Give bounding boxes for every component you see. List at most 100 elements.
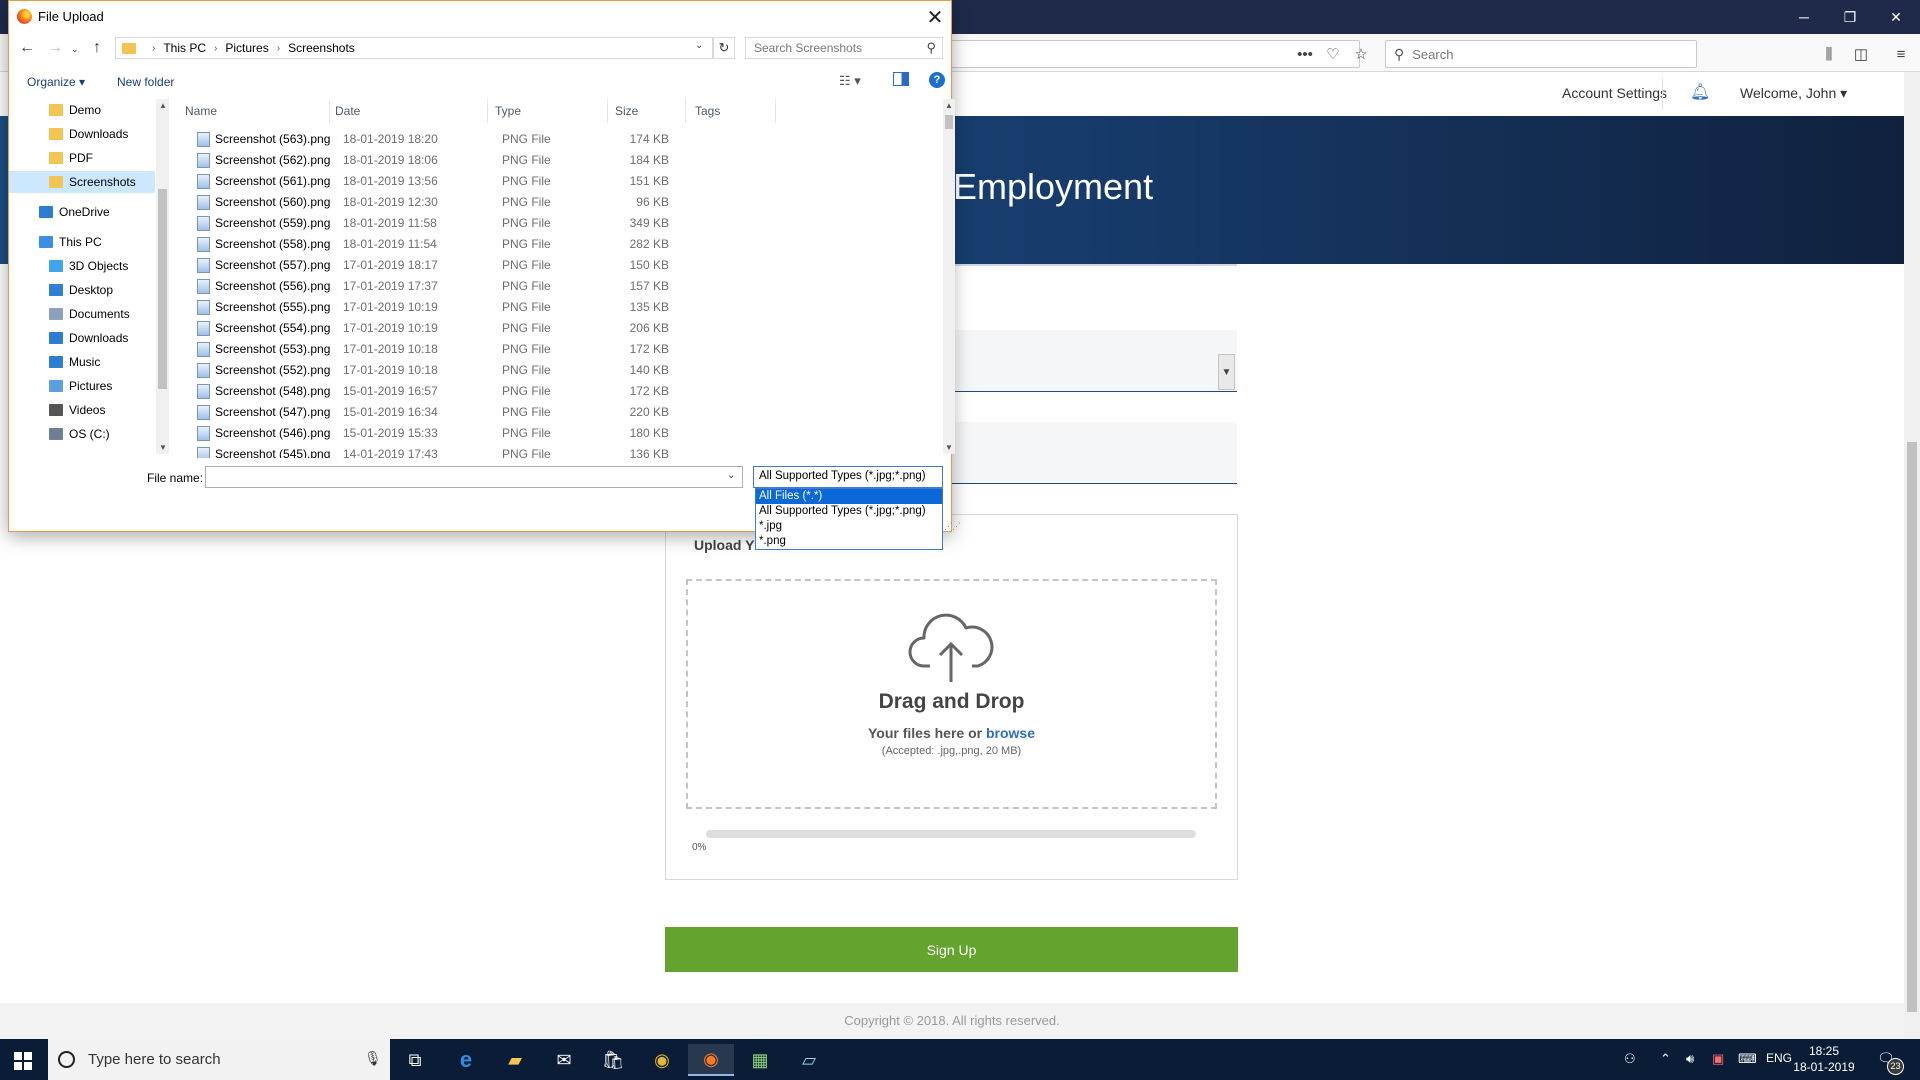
back-arrow-icon[interactable]: ← — [19, 39, 35, 57]
file-type-option[interactable]: *.jpg — [756, 519, 942, 534]
preview-pane-icon[interactable] — [893, 72, 909, 86]
nav-item[interactable]: Screenshots — [9, 171, 155, 193]
nav-item[interactable]: OS (C:) — [9, 423, 155, 445]
user-menu[interactable]: Welcome, John ▾ — [1740, 85, 1847, 102]
help-icon[interactable]: ? — [929, 72, 945, 88]
file-row[interactable]: Screenshot (557).png 17-01-2019 18:17 PNG … — [187, 255, 767, 276]
file-row[interactable]: Screenshot (562).png 18-01-2019 18:06 PNG … — [187, 150, 767, 171]
address-bar[interactable]: › This PC › Pictures › Screenshots — [115, 37, 713, 59]
task-view-icon[interactable]: ⧉ — [392, 1044, 438, 1076]
file-row[interactable]: Screenshot (561).png 18-01-2019 13:56 PNG … — [187, 171, 767, 192]
close-icon[interactable]: ✕ — [1873, 0, 1919, 34]
breadcrumb-screenshots[interactable]: Screenshots — [288, 41, 355, 55]
dialog-search-input[interactable]: Search Screenshots ⚲ — [745, 37, 943, 59]
minimize-icon[interactable]: ─ — [1781, 0, 1827, 34]
file-row[interactable]: Screenshot (558).png 18-01-2019 11:54 PNG … — [187, 234, 767, 255]
page-actions-icon[interactable]: ••• — [1294, 44, 1316, 64]
chevron-down-icon[interactable]: ⌄ — [695, 40, 703, 51]
nav-pane-scrollbar[interactable] — [156, 99, 169, 454]
nav-item[interactable]: Pictures — [9, 375, 155, 397]
column-header-name[interactable]: Name — [185, 104, 217, 118]
nav-item[interactable]: Demo — [9, 99, 155, 121]
taskbar-clock[interactable]: 18:25 18-01-2019 — [1788, 1043, 1860, 1075]
scroll-down-icon[interactable]: ▼ — [159, 443, 167, 452]
network-icon[interactable]: ▣ — [1712, 1051, 1724, 1067]
nav-item[interactable]: Desktop — [9, 279, 155, 301]
taskbar-search[interactable]: Type here to search 🎙︎ — [48, 1039, 390, 1080]
notifications-icon[interactable]: 🗨︎ 23 — [1877, 1050, 1904, 1075]
file-row[interactable]: Screenshot (545).png 14-01-2019 17:43 PNG … — [187, 444, 767, 458]
scroll-down-icon[interactable]: ▼ — [945, 443, 953, 452]
column-header-date[interactable]: Date — [335, 104, 360, 118]
mail-icon[interactable]: ✉ — [541, 1044, 587, 1076]
nav-item[interactable]: 3D Objects — [9, 255, 155, 277]
volume-icon[interactable]: 🔊︎ — [1686, 1051, 1694, 1067]
file-row[interactable]: Screenshot (548).png 15-01-2019 16:57 PNG … — [187, 381, 767, 402]
file-explorer-icon[interactable]: ▰ — [492, 1044, 538, 1076]
up-arrow-icon[interactable]: ↑ — [93, 39, 101, 57]
file-row[interactable]: Screenshot (546).png 15-01-2019 15:33 PNG … — [187, 423, 767, 444]
file-row[interactable]: Screenshot (552).png 17-01-2019 10:18 PNG … — [187, 360, 767, 381]
dropdown-field[interactable] — [952, 330, 1237, 392]
column-header-tags[interactable]: Tags — [695, 104, 720, 118]
recent-locations-icon[interactable]: ⌄ — [71, 44, 79, 55]
forward-arrow-icon[interactable]: → — [47, 39, 63, 57]
file-type-option[interactable]: All Supported Types (*.jpg;*.png) — [756, 504, 942, 519]
nav-item[interactable]: This PC — [9, 231, 155, 253]
refresh-icon[interactable]: ↻ — [713, 37, 735, 59]
file-type-select[interactable]: All Supported Types (*.jpg;*.png) — [753, 466, 943, 488]
restore-icon[interactable]: ❐ — [1827, 0, 1873, 34]
file-row[interactable]: Screenshot (556).png 17-01-2019 17:37 PNG … — [187, 276, 767, 297]
menu-icon[interactable]: ≡ — [1890, 44, 1912, 64]
nav-item[interactable]: PDF — [9, 147, 155, 169]
nav-scrollbar-thumb[interactable] — [158, 189, 167, 389]
pocket-icon[interactable]: ♡ — [1322, 44, 1344, 64]
change-view-icon[interactable]: ☷ ▾ — [839, 73, 861, 89]
text-field[interactable] — [952, 422, 1237, 484]
nav-item[interactable]: Videos — [9, 399, 155, 421]
organize-button[interactable]: Organize ▾ — [27, 75, 85, 89]
store-icon[interactable]: 🛍︎ — [590, 1044, 636, 1076]
file-name-input[interactable] — [205, 466, 743, 488]
edge-browser-icon[interactable]: e — [443, 1044, 489, 1076]
keyboard-icon[interactable]: ⌨ — [1738, 1051, 1757, 1067]
account-settings-link[interactable]: Account Settings — [1562, 85, 1667, 101]
firefox-taskbar-icon[interactable]: ◉ — [688, 1044, 734, 1076]
file-row[interactable]: Screenshot (547).png 15-01-2019 16:34 PNG … — [187, 402, 767, 423]
browser-search-input[interactable]: ⚲ Search — [1385, 40, 1697, 68]
column-header-type[interactable]: Type — [495, 104, 521, 118]
page-scrollbar[interactable] — [1904, 72, 1920, 1039]
dialog-close-button[interactable]: ✕ — [923, 5, 947, 30]
new-folder-button[interactable]: New folder — [117, 75, 174, 89]
bookmark-star-icon[interactable]: ☆ — [1350, 44, 1372, 64]
show-hidden-icons[interactable]: ⌃ — [1660, 1051, 1671, 1067]
calculator-icon[interactable]: ▦ — [737, 1044, 783, 1076]
file-row[interactable]: Screenshot (560).png 18-01-2019 12:30 PNG … — [187, 192, 767, 213]
nav-item[interactable]: Downloads — [9, 123, 155, 145]
microphone-icon[interactable]: 🎙︎ — [364, 1050, 382, 1067]
sidebar-icon[interactable]: ◫ — [1850, 44, 1872, 64]
notes-app-icon[interactable]: ▱ — [786, 1044, 832, 1076]
chrome-icon[interactable]: ◉ — [639, 1044, 685, 1076]
nav-item[interactable]: Music — [9, 351, 155, 373]
windows-start-icon[interactable] — [14, 1052, 32, 1070]
file-row[interactable]: Screenshot (554).png 17-01-2019 10:19 PNG … — [187, 318, 767, 339]
browse-link[interactable]: browse — [986, 725, 1035, 741]
bell-icon[interactable]: 🔔︎ — [1690, 82, 1710, 102]
file-row[interactable]: Screenshot (559).png 18-01-2019 11:58 PNG … — [187, 213, 767, 234]
file-type-option[interactable]: *.png — [756, 534, 942, 549]
file-type-option[interactable]: All Files (*.*) — [756, 489, 942, 504]
scroll-up-icon[interactable]: ▲ — [159, 101, 167, 110]
people-icon[interactable]: ⚇ — [1624, 1051, 1636, 1067]
page-scrollbar-thumb[interactable] — [1907, 442, 1917, 1012]
sign-up-button[interactable]: Sign Up — [665, 927, 1238, 972]
resize-grip-icon[interactable]: ⋰⋰ — [944, 521, 961, 532]
scroll-up-icon[interactable]: ▲ — [945, 101, 953, 110]
file-row[interactable]: Screenshot (555).png 17-01-2019 10:19 PNG … — [187, 297, 767, 318]
library-icon[interactable]: ⫼ — [1818, 44, 1840, 64]
chevron-down-icon[interactable]: ⌄ — [727, 470, 735, 481]
column-header-size[interactable]: Size — [615, 104, 638, 118]
nav-item[interactable]: OneDrive — [9, 201, 155, 223]
breadcrumb-this-pc[interactable]: This PC — [163, 41, 206, 55]
file-list-scrollbar[interactable] — [943, 99, 955, 454]
